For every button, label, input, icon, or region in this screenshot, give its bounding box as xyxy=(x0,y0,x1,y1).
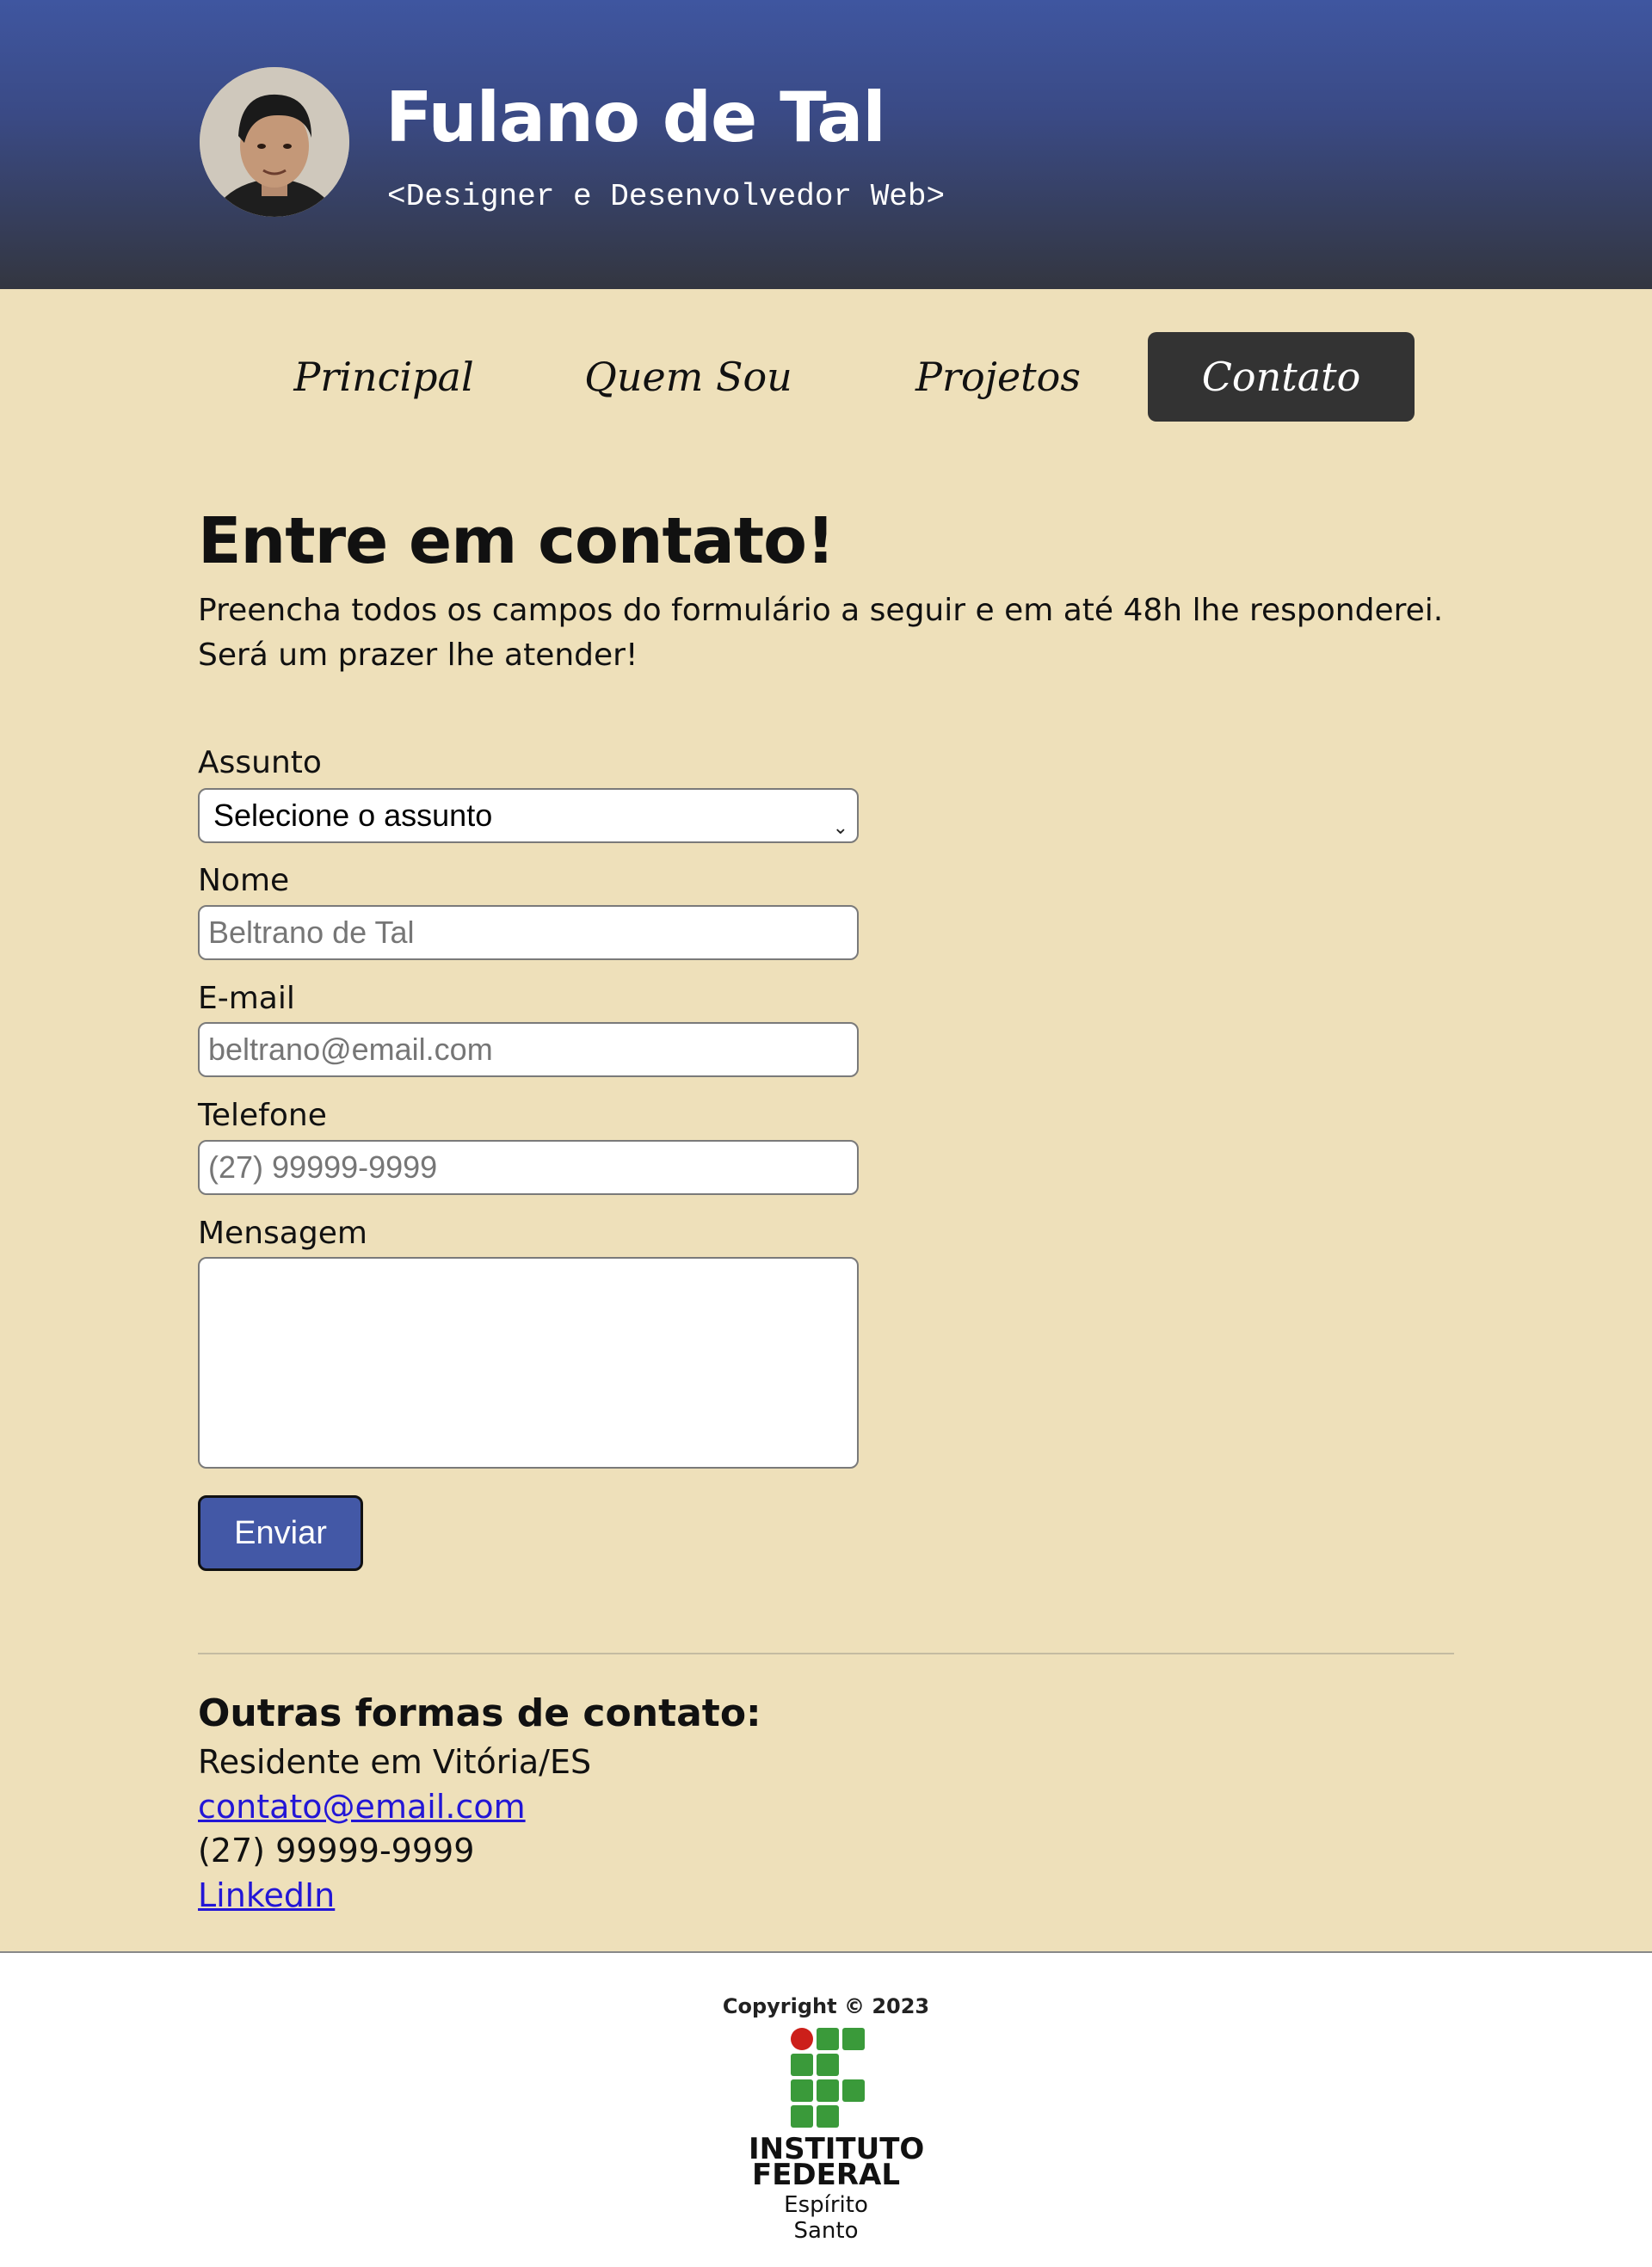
location-text: Residente em Vitória/ES xyxy=(198,1743,592,1781)
linkedin-link[interactable]: LinkedIn xyxy=(198,1876,335,1914)
phone-text: (27) 99999-9999 xyxy=(198,1832,475,1870)
nav-item-quem-sou[interactable]: Quem Sou xyxy=(559,332,817,422)
nav-item-contato[interactable]: Contato xyxy=(1148,332,1415,422)
profile-photo xyxy=(200,67,349,217)
message-label: Mensagem xyxy=(198,1216,367,1251)
email-link[interactable]: contato@email.com xyxy=(198,1788,526,1826)
site-footer: Copyright © 2023 INSTITUTO FEDERAL Espír… xyxy=(0,1951,1652,2267)
phone-field[interactable]: (27) 99999-9999 xyxy=(198,1140,859,1195)
phone-label: Telefone xyxy=(198,1098,327,1133)
intro-text: Preencha todos os campos do formulário a… xyxy=(198,593,1444,673)
site-title: Fulano de Tal xyxy=(385,77,886,157)
logo-mark xyxy=(791,2028,865,2128)
nav-item-projetos[interactable]: Projetos xyxy=(869,332,1127,422)
avatar xyxy=(200,67,349,217)
name-field[interactable]: Beltrano de Tal xyxy=(198,905,859,960)
copyright-text: Copyright © 2023 xyxy=(722,1994,930,2018)
email-label: E-mail xyxy=(198,981,295,1016)
institute-logo: INSTITUTO FEDERAL Espírito Santo xyxy=(749,2027,924,2244)
section-divider xyxy=(198,1653,1454,1654)
site-subtitle: <Designer e Desenvolvedor Web> xyxy=(387,179,946,214)
chevron-down-icon: ⌄ xyxy=(832,816,848,838)
nav-item-principal[interactable]: Principal xyxy=(267,332,501,422)
subject-select[interactable]: Selecione o assunto ⌄ xyxy=(198,788,859,843)
subject-label: Assunto xyxy=(198,745,322,780)
send-button[interactable]: Enviar xyxy=(198,1495,363,1571)
logo-text-federal: FEDERAL xyxy=(751,2158,901,2192)
message-textarea[interactable] xyxy=(198,1257,859,1469)
other-contacts-title: Outras formas de contato: xyxy=(198,1691,761,1735)
email-field[interactable]: beltrano@email.com xyxy=(198,1022,859,1077)
site-header: Fulano de Tal <Designer e Desenvolvedor … xyxy=(0,0,1652,289)
page-title: Entre em contato! xyxy=(198,504,835,578)
subject-select-value: Selecione o assunto xyxy=(213,798,493,833)
name-label: Nome xyxy=(198,863,290,898)
main-nav: Principal Quem Sou Projetos Contato xyxy=(267,332,1418,422)
logo-text-state: Espírito Santo xyxy=(784,2192,868,2244)
